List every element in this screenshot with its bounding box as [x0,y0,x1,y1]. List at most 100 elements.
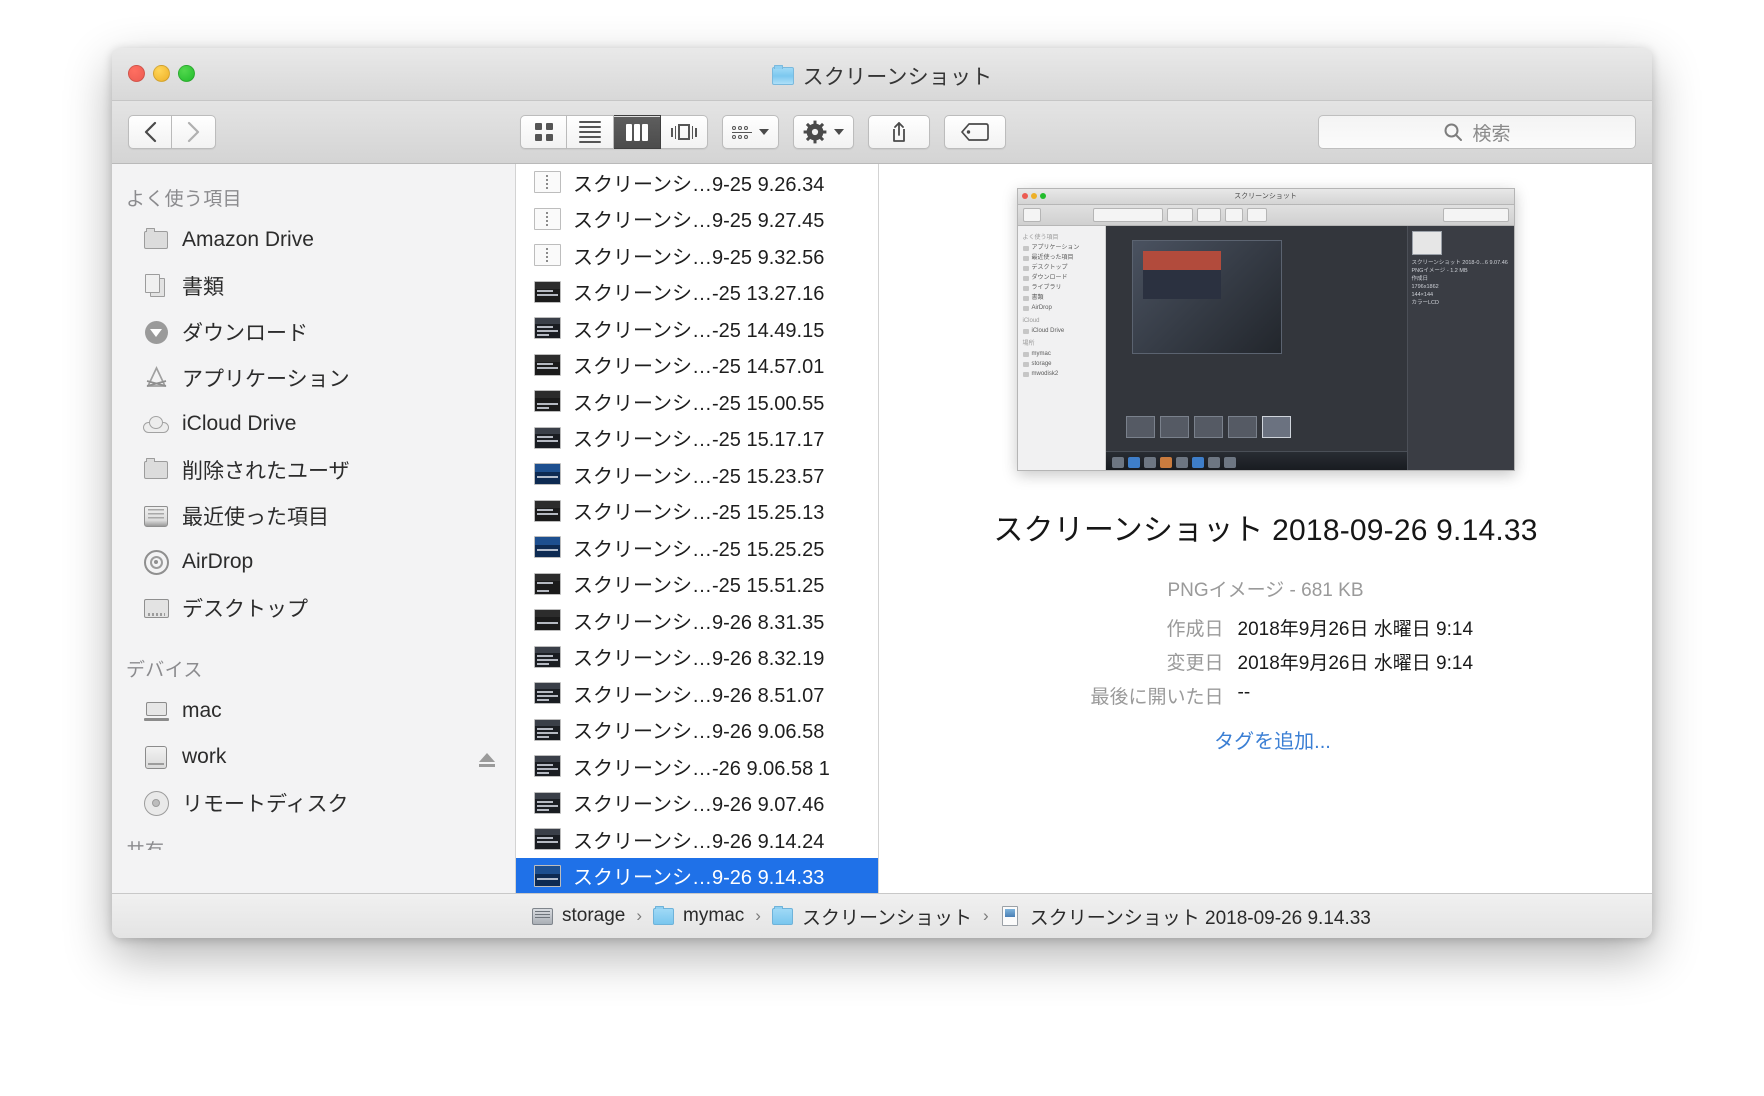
file-row[interactable]: スクリーンシ…-26 9.06.58 1 [516,748,878,785]
file-row[interactable]: スクリーンシ…9-26 8.31.35 [516,602,878,639]
file-row[interactable]: スクリーンシ…-25 15.51.25 [516,566,878,603]
file-row[interactable]: スクリーンシ…9-25 9.27.45 [516,201,878,238]
preview-inner-info-row: 1796x1862 [1411,284,1439,290]
columns-icon [626,123,648,141]
sidebar-item-airdrop[interactable]: AirDrop [112,539,515,585]
search-placeholder: 検索 [1472,123,1511,145]
breadcrumb-item-screenshots[interactable]: スクリーンショット [771,903,973,930]
file-thumbnail [534,244,561,267]
sidebar-item-desktop[interactable]: デスクトップ [112,585,515,631]
forward-button[interactable] [172,115,216,149]
file-row[interactable]: スクリーンシ…-25 13.27.16 [516,274,878,311]
preview-inner-main [1105,226,1407,470]
preview-inner-sidebar-item: iCloud Drive [1022,326,1105,336]
cloud-icon [143,412,169,436]
file-row[interactable]: スクリーンシ…9-25 9.32.56 [516,237,878,274]
file-row[interactable]: スクリーンシ…-25 15.23.57 [516,456,878,493]
preview-inner-filmstrip [1125,416,1291,438]
window-titlebar[interactable]: スクリーンショット [112,48,1652,101]
file-row[interactable]: スクリーンシ…9-26 9.14.24 [516,821,878,858]
tag-button[interactable] [944,115,1006,149]
sidebar-item-downloads[interactable]: ダウンロード [112,309,515,355]
sidebar-section-favorites-title: よく使う項目 [126,189,242,210]
add-tag-link[interactable]: タグを追加... [1003,725,1543,754]
chevron-down-icon [834,129,844,135]
back-button[interactable] [128,115,172,149]
search-input[interactable]: 検索 [1318,115,1636,149]
sidebar-item-mac[interactable]: mac [112,688,515,734]
folder-icon [771,65,794,85]
file-row[interactable]: スクリーンシ…-25 14.57.01 [516,347,878,384]
breadcrumb-label: スクリーンショット [801,907,973,929]
share-button[interactable] [868,115,930,149]
file-name: スクリーンシ…-25 15.23.57 [573,465,825,488]
metadata-value: 2018年9月26日 水曜日 9:14 [1237,653,1474,674]
file-row[interactable]: スクリーンシ…9-25 9.26.34 [516,164,878,201]
sidebar-item-applications[interactable]: アプリケーション [112,355,515,401]
preview-inner-infothumb [1411,231,1442,255]
sidebar-item-icloud-drive[interactable]: iCloud Drive [112,401,515,447]
file-thumbnail [534,864,561,887]
sidebar-item-remote-disc[interactable]: リモートディスク [112,780,515,826]
window-body: よく使う項目 Amazon Drive 書類 ダウンロード アプリケーション i… [112,164,1652,893]
folder-icon [771,905,793,926]
file-row[interactable]: スクリーンシ…9-26 9.06.58 [516,712,878,749]
sidebar-item-work[interactable]: work [112,734,515,780]
file-name: スクリーンシ…-25 14.57.01 [573,356,825,379]
sidebar-item-recents[interactable]: 最近使った項目 [112,493,515,539]
preview-inner-sidebar-item: storage [1022,359,1105,369]
file-name: スクリーンシ…9-26 9.07.46 [573,794,825,817]
file-name: スクリーンシ…-25 15.25.13 [573,502,825,525]
file-name: スクリーンシ…9-25 9.32.56 [573,246,825,269]
file-row[interactable]: スクリーンシ…-25 15.25.13 [516,493,878,530]
file-thumbnail [534,572,561,595]
gallery-view-button[interactable] [661,115,708,149]
preview-inner-info-title: スクリーンショット 2018-0…6 9.07.46 [1411,260,1508,266]
file-name: スクリーンシ…-25 13.27.16 [573,283,825,306]
file-thumbnail [534,682,561,705]
arrange-by-button[interactable] [722,115,779,149]
preview-inner-info-row: 144×144 [1411,292,1434,298]
file-row[interactable]: スクリーンシ…9-26 8.51.07 [516,675,878,712]
preview-inner-sidebar-item: アプリケーション [1022,243,1105,253]
list-view-button[interactable] [567,115,614,149]
sidebar-item-documents[interactable]: 書類 [112,263,515,309]
file-thumbnail [534,390,561,413]
eject-icon[interactable] [479,752,495,767]
grid-icon [534,123,553,141]
preview-pane: スクリーンショット よく使う項目 アプリケーション 最近使った項目 デスクトップ… [879,164,1652,893]
file-row-selected[interactable]: スクリーンシ…9-26 9.14.33 [516,857,878,893]
sidebar-item-amazon-drive[interactable]: Amazon Drive [112,217,515,263]
file-row[interactable]: スクリーンシ…-25 14.49.15 [516,310,878,347]
preview-inner-sidebar-item: 書類 [1022,293,1105,303]
file-name: スクリーンシ…9-26 9.06.58 [573,721,825,744]
file-list-column[interactable]: スクリーンシ…9-25 9.26.34 スクリーンシ…9-25 9.27.45 … [516,164,879,893]
window-title: スクリーンショット [112,61,1652,91]
file-row[interactable]: スクリーンシ…9-26 9.07.46 [516,785,878,822]
metadata-label: 最後に開いた日 [1090,687,1224,708]
metadata-value: 2018年9月26日 水曜日 9:14 [1237,619,1474,640]
preview-inner-share [1224,208,1243,222]
file-row[interactable]: スクリーンシ…-25 15.25.25 [516,529,878,566]
file-row[interactable]: スクリーンシ…-25 15.17.17 [516,420,878,457]
breadcrumb-item-storage[interactable]: storage [532,905,625,927]
breadcrumb-item-file[interactable]: スクリーンショット 2018-09-26 9.14.33 [1000,903,1371,930]
breadcrumb-item-mymac[interactable]: mymac [653,905,744,927]
file-thumbnail [534,463,561,486]
action-menu-button[interactable] [793,115,854,149]
icon-view-button[interactable] [520,115,567,149]
preview-inner-sidebar-item: AirDrop [1022,303,1105,313]
sidebar-item-deleted-users[interactable]: 削除されたユーザ [112,447,515,493]
sidebar-item-label: AirDrop [182,550,254,573]
column-view-button[interactable] [614,115,661,149]
file-row[interactable]: スクリーンシ…-25 15.00.55 [516,383,878,420]
search-wrapper: 検索 [1318,115,1636,149]
view-mode-group [520,115,708,149]
file-thumbnail [534,317,561,340]
file-row[interactable]: スクリーンシ…9-26 8.32.19 [516,639,878,676]
folder-icon [653,905,675,926]
file-thumbnail [534,718,561,741]
breadcrumb-label: スクリーンショット 2018-09-26 9.14.33 [1029,907,1371,929]
file-thumbnail [534,353,561,376]
preview-inner-title: スクリーンショット [1234,193,1297,200]
